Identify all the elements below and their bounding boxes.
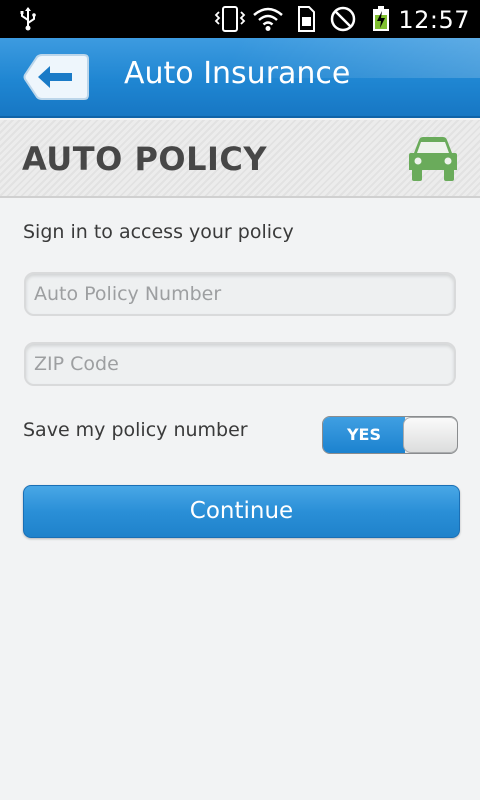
app-bar: Auto Insurance bbox=[0, 38, 480, 118]
wifi-icon bbox=[253, 7, 283, 31]
continue-button[interactable]: Continue bbox=[23, 485, 460, 538]
section-title: AUTO POLICY bbox=[22, 140, 268, 178]
zip-code-field[interactable] bbox=[24, 342, 456, 386]
car-icon bbox=[409, 137, 457, 181]
no-signal-icon bbox=[330, 6, 356, 32]
save-policy-toggle[interactable]: YES bbox=[322, 416, 458, 454]
page-title: Auto Insurance bbox=[124, 56, 351, 91]
battery-charging-icon bbox=[373, 6, 389, 31]
status-bar: 12:57 bbox=[0, 0, 480, 38]
form-subtitle: Sign in to access your policy bbox=[23, 221, 294, 243]
status-clock: 12:57 bbox=[398, 6, 470, 34]
toggle-knob[interactable] bbox=[403, 417, 457, 453]
toggle-state-label: YES bbox=[346, 425, 382, 444]
policy-number-field[interactable] bbox=[24, 272, 456, 316]
back-arrow-icon[interactable] bbox=[22, 52, 90, 102]
save-policy-label: Save my policy number bbox=[23, 419, 248, 441]
sim-icon bbox=[298, 6, 315, 32]
usb-icon bbox=[20, 7, 36, 31]
vibrate-icon bbox=[214, 6, 246, 32]
